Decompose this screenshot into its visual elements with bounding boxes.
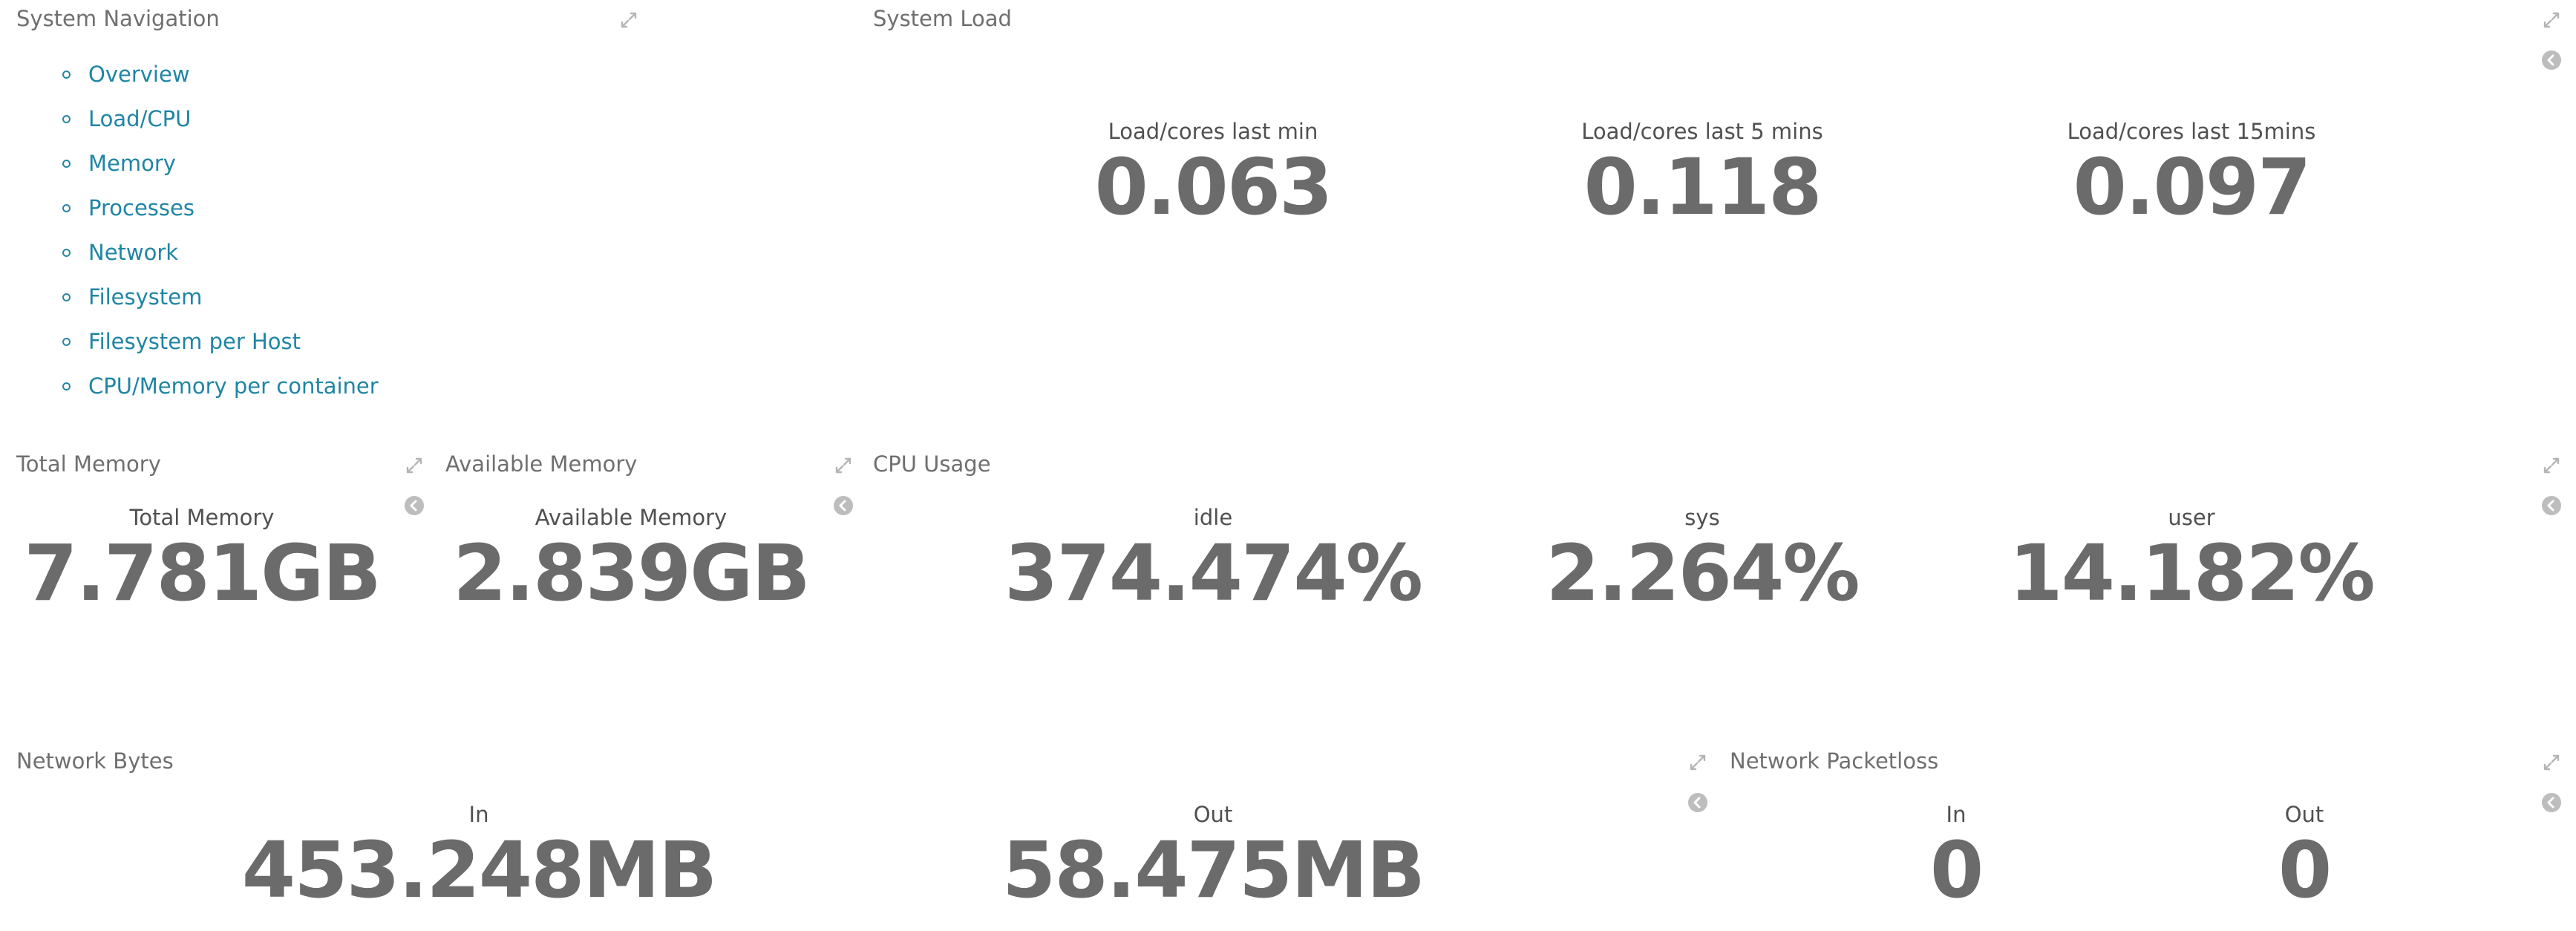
nav-item-processes: Processes — [62, 186, 379, 230]
nav-link-overview[interactable]: Overview — [88, 62, 190, 87]
expand-icon[interactable] — [2540, 454, 2563, 477]
nav-link-filesystem[interactable]: Filesystem — [88, 284, 202, 310]
metric-label: user — [2168, 505, 2215, 530]
metric-value: 453.248MB — [241, 825, 717, 915]
metric-label: Load/cores last 5 mins — [1581, 119, 1823, 144]
expand-icon[interactable] — [832, 454, 854, 477]
expand-icon[interactable] — [403, 454, 425, 477]
chevron-left-circle-icon[interactable] — [2540, 49, 2563, 71]
chevron-left-circle-icon[interactable] — [832, 494, 854, 517]
panel-title: CPU Usage — [873, 451, 991, 477]
metric-value: 0 — [2278, 825, 2332, 915]
nav-item-load-cpu: Load/CPU — [62, 97, 379, 141]
bullet-icon — [62, 70, 71, 79]
nav-link-load-cpu[interactable]: Load/CPU — [88, 106, 191, 131]
total-memory-panel: Total Memory Total Memory 7.781GB — [0, 445, 429, 728]
system-navigation-panel: System Navigation Overview Load/CPU Memo… — [0, 0, 646, 416]
load-metric-15min: Load/cores last 15mins 0.097 — [2067, 119, 2316, 228]
available-memory-metric: Available Memory 2.839GB — [453, 505, 811, 618]
metric-label: Out — [2284, 802, 2324, 827]
chevron-left-circle-icon[interactable] — [403, 494, 425, 517]
nav-item-cpu-memory-per-container: CPU/Memory per container — [62, 364, 379, 408]
total-memory-metric: Total Memory 7.781GB — [24, 505, 382, 618]
bullet-icon — [62, 293, 71, 301]
metric-value: 0.097 — [2073, 142, 2312, 232]
network-bytes-panel: Network Bytes In 453.248MB Out 58.475MB — [0, 742, 1713, 931]
load-metric-1min: Load/cores last min 0.063 — [1094, 119, 1333, 232]
panel-title: Network Bytes — [16, 748, 174, 774]
metric-label: Available Memory — [535, 505, 728, 530]
metric-value: 374.474% — [1004, 528, 1423, 618]
system-load-panel: System Load Load/cores last min 0.063 Lo… — [857, 0, 2576, 416]
expand-icon[interactable] — [2540, 9, 2563, 31]
nav-item-network: Network — [62, 230, 379, 275]
metric-label: Load/cores last 15mins — [2067, 119, 2316, 144]
chevron-left-circle-icon[interactable] — [2540, 494, 2563, 517]
nav-link-filesystem-per-host[interactable]: Filesystem per Host — [88, 329, 301, 354]
nav-link-network[interactable]: Network — [88, 240, 178, 265]
bullet-icon — [62, 337, 71, 346]
packetloss-out-metric: Out 0 — [2278, 802, 2332, 915]
nav-links-list: Overview Load/CPU Memory Processes Netwo… — [62, 52, 379, 408]
metric-value: 7.781GB — [24, 528, 382, 618]
metric-label: In — [468, 802, 489, 827]
cpu-user-metric: user 14.182% — [2009, 505, 2376, 618]
network-bytes-in-metric: In 453.248MB — [241, 802, 717, 915]
cpu-sys-metric: sys 2.264% — [1546, 505, 1860, 618]
expand-icon[interactable] — [1687, 751, 1709, 774]
expand-icon[interactable] — [618, 9, 640, 31]
cpu-usage-panel: CPU Usage idle 374.474% sys 2.264% user … — [857, 445, 2576, 728]
metric-label: Total Memory — [129, 505, 275, 530]
network-packetloss-panel: Network Packetloss In 0 Out 0 — [1713, 742, 2576, 931]
bullet-icon — [62, 159, 71, 168]
nav-link-cpu-memory-per-container[interactable]: CPU/Memory per container — [88, 373, 379, 399]
available-memory-panel: Available Memory Available Memory 2.839G… — [429, 445, 857, 728]
chevron-left-circle-icon[interactable] — [2540, 791, 2563, 814]
panel-title: System Navigation — [16, 6, 220, 31]
cpu-idle-metric: idle 374.474% — [1004, 505, 1423, 618]
panel-title: Network Packetloss — [1730, 748, 1939, 774]
metric-label: In — [1946, 802, 1967, 827]
metric-label: idle — [1193, 505, 1233, 530]
bullet-icon — [62, 114, 71, 123]
panel-title: Total Memory — [16, 451, 161, 477]
network-bytes-out-metric: Out 58.475MB — [1001, 802, 1425, 915]
metric-label: Out — [1193, 802, 1233, 827]
metric-value: 0.118 — [1583, 142, 1823, 232]
metric-value: 0.063 — [1094, 142, 1333, 232]
expand-icon[interactable] — [2540, 751, 2563, 774]
metric-label: sys — [1684, 505, 1720, 530]
chevron-left-circle-icon[interactable] — [1687, 791, 1709, 814]
metric-value: 58.475MB — [1001, 825, 1425, 915]
nav-item-filesystem: Filesystem — [62, 275, 379, 319]
nav-link-processes[interactable]: Processes — [88, 195, 194, 220]
panel-title: Available Memory — [445, 451, 638, 477]
metric-value: 2.264% — [1546, 528, 1860, 618]
load-metric-5min: Load/cores last 5 mins 0.118 — [1581, 119, 1823, 228]
bullet-icon — [62, 382, 71, 391]
bullet-icon — [62, 203, 71, 212]
bullet-icon — [62, 248, 71, 257]
metric-value: 14.182% — [2009, 528, 2376, 618]
nav-link-memory[interactable]: Memory — [88, 151, 176, 176]
metric-value: 0 — [1929, 825, 1984, 915]
nav-item-overview: Overview — [62, 52, 379, 97]
nav-item-filesystem-per-host: Filesystem per Host — [62, 319, 379, 364]
metric-label: Load/cores last min — [1108, 119, 1318, 144]
nav-item-memory: Memory — [62, 141, 379, 186]
packetloss-in-metric: In 0 — [1929, 802, 1984, 915]
metric-value: 2.839GB — [453, 528, 811, 618]
panel-title: System Load — [873, 6, 1012, 31]
